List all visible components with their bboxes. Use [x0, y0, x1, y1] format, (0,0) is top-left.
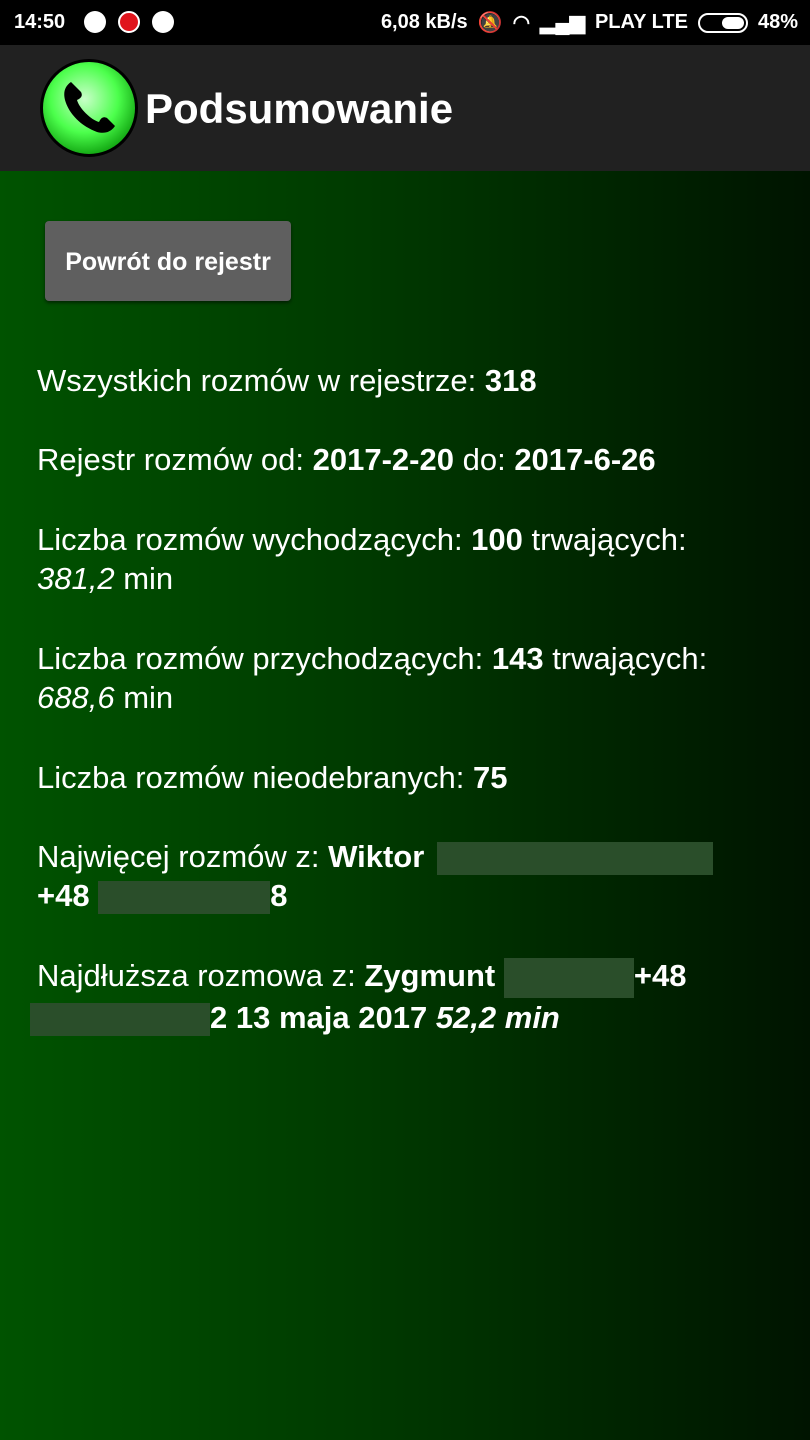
signal-icon: ▂▄▆ — [540, 11, 585, 34]
missed-count: 75 — [472, 760, 508, 795]
phone-handset-icon — [40, 59, 138, 157]
incoming-duration-label: trwających: — [543, 641, 708, 676]
wifi-icon: ◠ — [512, 11, 531, 34]
outgoing-count: 100 — [471, 522, 523, 557]
total-calls-value: 318 — [484, 363, 537, 398]
notification-icons — [84, 11, 174, 33]
incoming-label: Liczba rozmów przychodzących: — [37, 641, 492, 676]
outgoing-calls-row: Liczba rozmów wychodzących: 100 trwający… — [37, 520, 797, 598]
range-to-value: 2017-6-26 — [514, 442, 656, 477]
longest-prefix: +48 — [633, 958, 687, 993]
range-from-value: 2017-2-20 — [312, 442, 454, 477]
missed-label: Liczba rozmów nieodebranych: — [37, 760, 473, 795]
longest-call-row: Najdłuższa rozmowa z: Zygmunt +48 2 13 ma… — [30, 956, 797, 1037]
missed-calls-row: Liczba rozmów nieodebranych: 75 — [37, 758, 797, 797]
whatsapp-icon — [84, 11, 106, 33]
range-from-label: Rejestr rozmów od: — [37, 442, 313, 477]
status-time: 14:50 — [14, 11, 66, 33]
incoming-count: 143 — [491, 641, 544, 676]
battery-percent: 48% — [757, 11, 798, 33]
outgoing-label: Liczba rozmów wychodzących: — [37, 522, 472, 557]
battery-icon — [697, 12, 748, 33]
incoming-calls-row: Liczba rozmów przychodzących: 143 trwają… — [37, 639, 797, 717]
longest-name: Zygmunt — [364, 958, 496, 993]
stop-icon — [118, 11, 140, 33]
page-title: Podsumowanie — [145, 85, 454, 132]
back-to-register-button[interactable]: Powrót do rejestr — [45, 221, 291, 301]
most-calls-prefix: +48 — [37, 878, 90, 913]
outgoing-duration-label: trwających: — [522, 522, 687, 557]
network-speed: 6,08 kB/s — [380, 11, 468, 33]
most-calls-row: Najwięcej rozmów z: Wiktor +48 8 — [37, 837, 797, 915]
longest-label: Najdłuższa rozmowa z: — [37, 958, 365, 993]
outgoing-unit: min — [114, 561, 174, 596]
total-calls-row: Wszystkich rozmów w rejestrze: 318 — [37, 361, 797, 400]
longest-duration: 52,2 min — [435, 999, 560, 1035]
range-to-label: do: — [453, 442, 515, 477]
redacted-number — [30, 1003, 210, 1037]
most-calls-label: Najwięcej rozmów z: — [37, 839, 329, 874]
mute-bell-icon: 🔕 — [477, 11, 503, 34]
status-bar: 14:50 6,08 kB/s 🔕 ◠ ▂▄▆ PLAY LTE 48% — [0, 0, 810, 45]
incoming-unit: min — [114, 680, 174, 715]
outgoing-duration: 381,2 — [37, 561, 115, 596]
longest-date: 2 13 maja 2017 — [210, 999, 428, 1035]
phone-call-icon — [152, 11, 174, 33]
redacted-surname — [503, 957, 634, 998]
incoming-duration: 688,6 — [37, 680, 115, 715]
redacted-surname — [436, 842, 713, 876]
summary-content: Powrót do rejestr Wszystkich rozmów w re… — [0, 171, 810, 1440]
date-range-row: Rejestr rozmów od: 2017-2-20 do: 2017-6-… — [37, 440, 797, 479]
status-right: 6,08 kB/s 🔕 ◠ ▂▄▆ PLAY LTE 48% — [381, 11, 798, 34]
carrier-name: PLAY LTE — [594, 11, 688, 33]
most-calls-suffix: 8 — [270, 878, 288, 913]
app-bar: Podsumowanie — [0, 45, 810, 171]
redacted-number — [98, 881, 271, 915]
most-calls-name: Wiktor — [328, 839, 425, 874]
total-calls-label: Wszystkich rozmów w rejestrze: — [37, 363, 485, 398]
